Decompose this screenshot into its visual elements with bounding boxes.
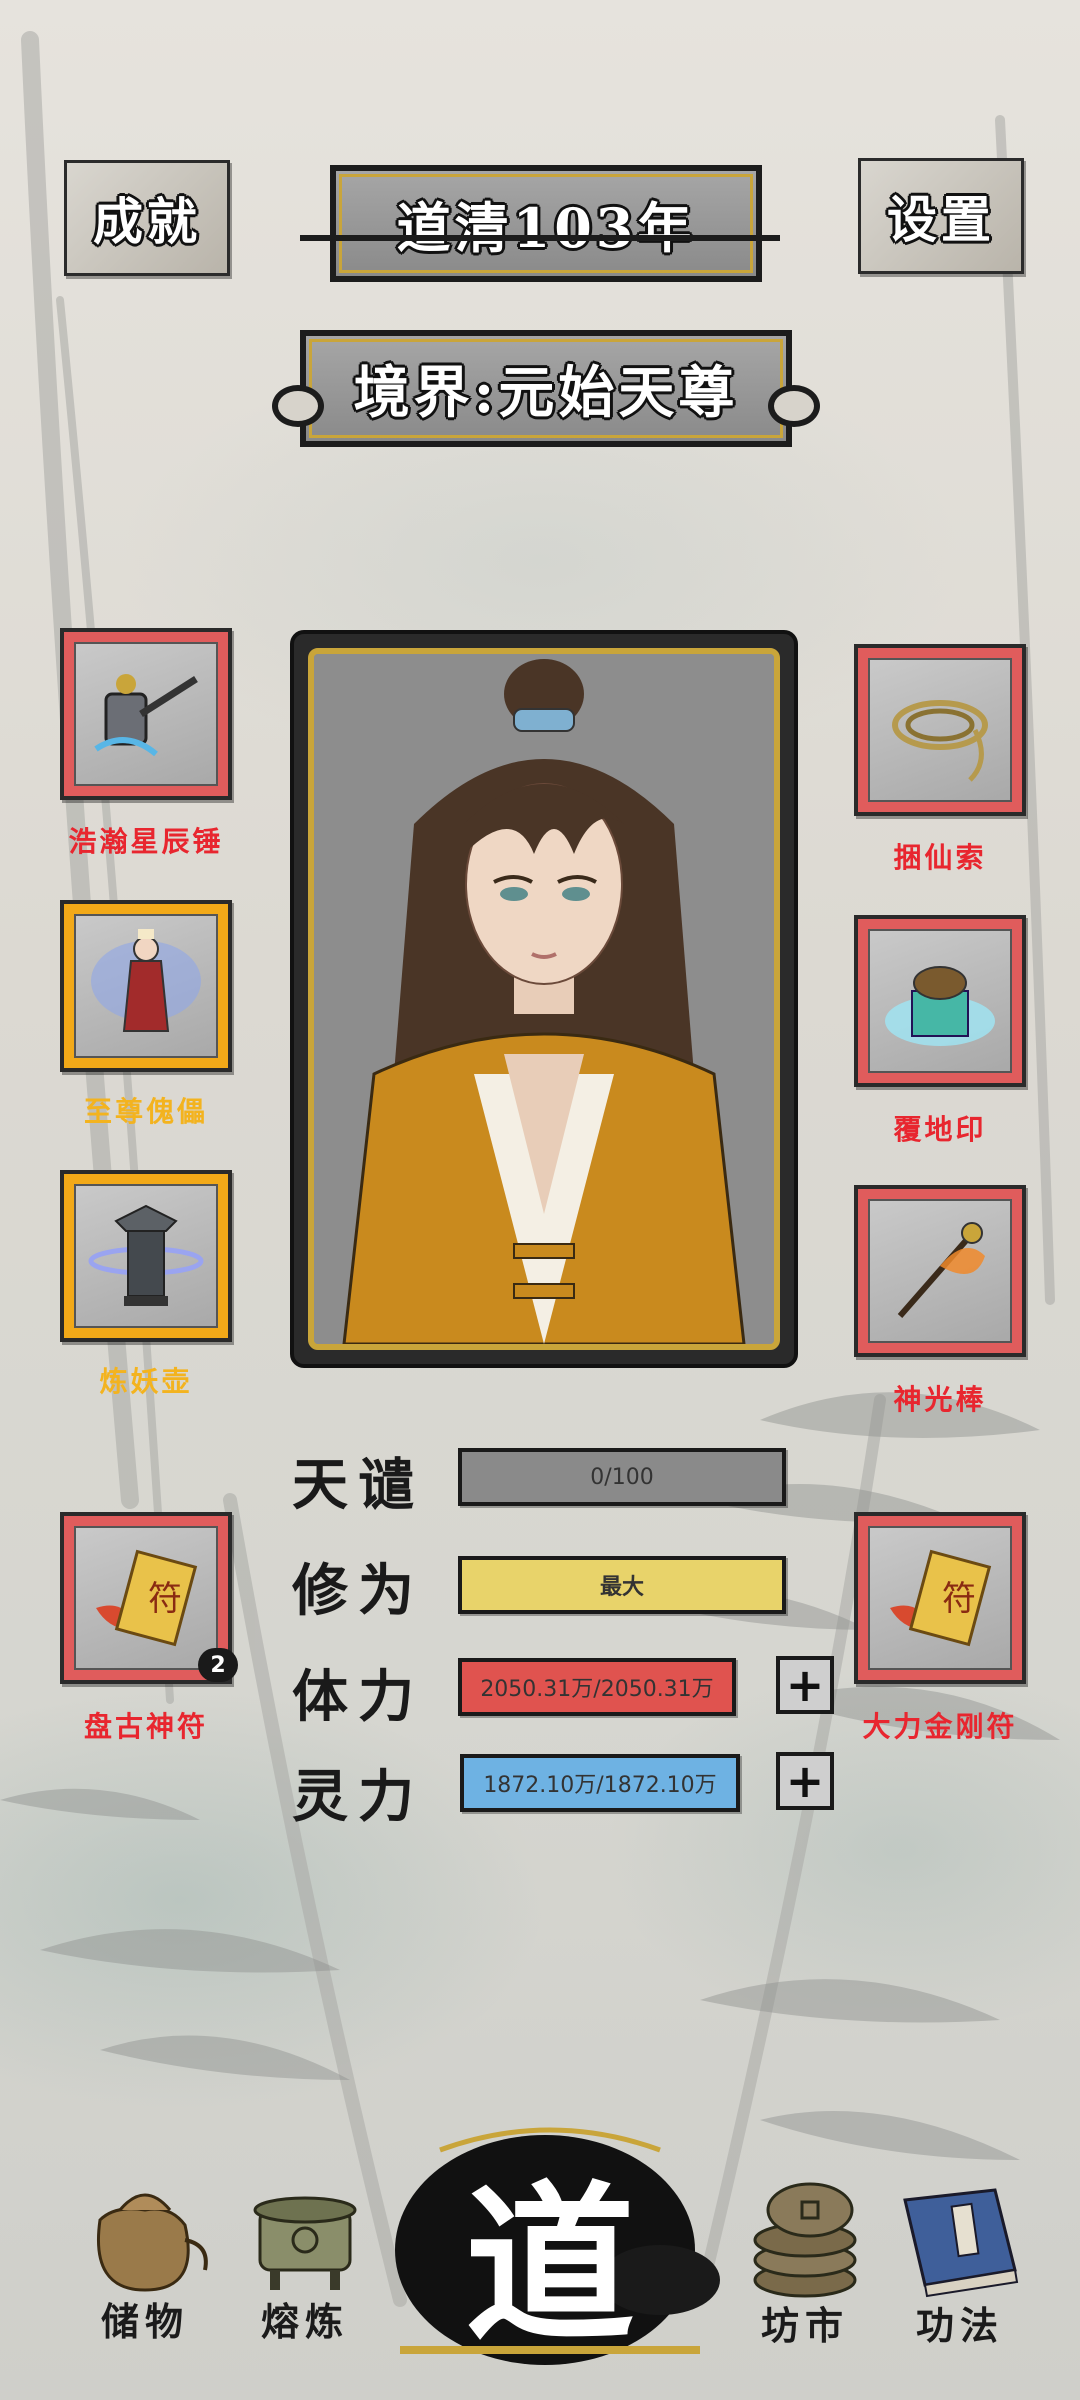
pot-icon bbox=[74, 1184, 218, 1328]
book-icon bbox=[903, 2188, 1019, 2298]
settings-label: 设置 bbox=[887, 190, 995, 249]
nav-market[interactable]: 坊市 bbox=[730, 2170, 880, 2390]
settings-button[interactable]: 设置 bbox=[858, 158, 1024, 274]
svg-text:符: 符 bbox=[148, 1579, 182, 1619]
slot-seal-label: 覆地印 bbox=[893, 1113, 987, 1146]
hammer-icon bbox=[74, 642, 218, 786]
year-banner-rod bbox=[300, 235, 780, 241]
slot-rope[interactable] bbox=[854, 644, 1026, 816]
bag-icon bbox=[97, 2193, 208, 2292]
slot-puppet[interactable] bbox=[60, 900, 232, 1072]
puppet-icon bbox=[74, 914, 218, 1058]
slot-rope-label: 捆仙索 bbox=[893, 841, 987, 874]
realm-banner: 境界:元始天尊 bbox=[300, 330, 792, 447]
tribulation-label: 天谴 bbox=[292, 1452, 424, 1518]
svg-text:符: 符 bbox=[942, 1579, 976, 1619]
coins-icon bbox=[753, 2182, 857, 2298]
stamina-label: 体力 bbox=[292, 1664, 424, 1730]
slot-staff-label: 神光棒 bbox=[893, 1383, 987, 1416]
cultivation-value: 最大 bbox=[599, 1574, 644, 1600]
slot-hammer[interactable] bbox=[60, 628, 232, 800]
nav-smelting-label: 熔炼 bbox=[260, 2299, 349, 2344]
character-portrait[interactable] bbox=[290, 630, 798, 1368]
slot-pot-label: 炼妖壶 bbox=[99, 1365, 193, 1398]
nav-dao-label: 道 bbox=[464, 2165, 635, 2365]
stamina-value: 2050.31万/2050.31万 bbox=[480, 1677, 714, 1702]
seal-icon bbox=[868, 929, 1012, 1073]
slot-vajra-talisman[interactable]: 符 bbox=[854, 1512, 1026, 1684]
achievements-button[interactable]: 成就 bbox=[64, 160, 230, 276]
talisman-icon: 符 bbox=[868, 1526, 1012, 1670]
nav-storage-label: 储物 bbox=[100, 2299, 189, 2344]
count-badge: 2 bbox=[198, 1648, 238, 1682]
talisman-icon: 符 bbox=[74, 1526, 218, 1670]
slot-hammer-label: 浩瀚星辰锤 bbox=[68, 825, 224, 858]
spirit-label: 灵力 bbox=[292, 1764, 424, 1830]
stamina-bar: 2050.31万/2050.31万 bbox=[458, 1658, 736, 1716]
tribulation-value: 0/100 bbox=[590, 1464, 654, 1490]
slot-pot[interactable] bbox=[60, 1170, 232, 1342]
year-title: 道清103年 bbox=[396, 196, 696, 260]
stamina-plus-button[interactable]: + bbox=[776, 1656, 834, 1714]
spirit-bar: 1872.10万/1872.10万 bbox=[460, 1754, 740, 1812]
nav-smelting[interactable]: 熔炼 bbox=[230, 2170, 380, 2390]
banner-ear-left bbox=[272, 385, 324, 427]
realm-title: 境界:元始天尊 bbox=[353, 360, 739, 426]
cultivation-bar: 最大 bbox=[458, 1556, 786, 1614]
cauldron-icon bbox=[253, 2196, 357, 2290]
nav-dao-center[interactable]: 道 bbox=[380, 2110, 720, 2370]
achievements-label: 成就 bbox=[93, 192, 201, 251]
slot-seal[interactable] bbox=[854, 915, 1026, 1087]
slot-pangu-label: 盘古神符 bbox=[83, 1710, 208, 1743]
slot-puppet-label: 至尊傀儡 bbox=[83, 1095, 208, 1128]
slot-pangu-talisman[interactable]: 符 2 bbox=[60, 1512, 238, 1684]
nav-storage[interactable]: 储物 bbox=[70, 2170, 220, 2390]
slot-staff[interactable] bbox=[854, 1185, 1026, 1357]
spirit-plus-button[interactable]: + bbox=[776, 1752, 834, 1810]
tribulation-bar: 0/100 bbox=[458, 1448, 786, 1506]
staff-icon bbox=[868, 1199, 1012, 1343]
year-banner: 道清103年 bbox=[330, 165, 762, 282]
cultivation-label: 修为 bbox=[292, 1558, 424, 1624]
spirit-value: 1872.10万/1872.10万 bbox=[483, 1773, 717, 1798]
nav-market-label: 坊市 bbox=[760, 2303, 849, 2348]
nav-skills-label: 功法 bbox=[915, 2303, 1004, 2348]
banner-ear-right bbox=[768, 385, 820, 427]
character-figure bbox=[314, 654, 774, 1344]
slot-vajra-label: 大力金刚符 bbox=[862, 1710, 1018, 1743]
rope-icon bbox=[868, 658, 1012, 802]
nav-skills[interactable]: 功法 bbox=[885, 2170, 1035, 2390]
